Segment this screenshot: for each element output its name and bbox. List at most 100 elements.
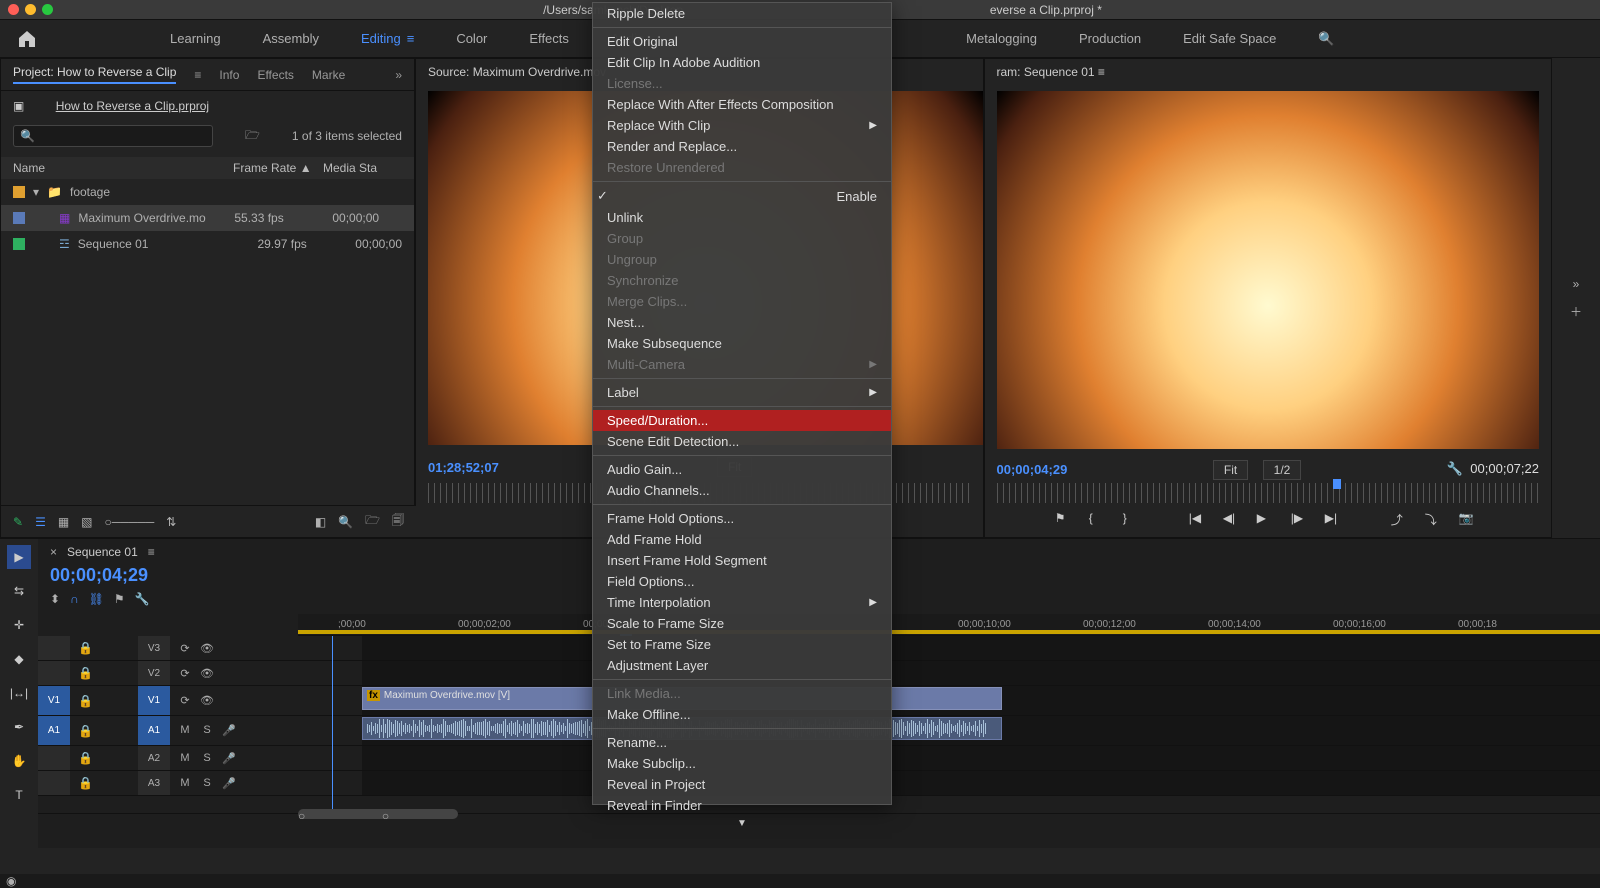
go-to-out-icon[interactable]: ▶|: [1325, 511, 1347, 529]
ctx-time-interpolation[interactable]: Time Interpolation▶: [593, 592, 891, 613]
workspace-effects[interactable]: Effects: [523, 27, 575, 51]
ctx-unlink[interactable]: Unlink: [593, 207, 891, 228]
ctx-reveal-in-project[interactable]: Reveal in Project: [593, 774, 891, 795]
play-icon[interactable]: ▶: [1257, 511, 1279, 529]
sync-lock-icon[interactable]: ⟳: [178, 642, 192, 655]
hand-tool[interactable]: ✋: [7, 749, 31, 773]
program-monitor-title[interactable]: ram: Sequence 01 ≡: [985, 59, 1552, 85]
voice-icon[interactable]: 🎤: [222, 752, 236, 765]
ctx-insert-frame-hold-segment[interactable]: Insert Frame Hold Segment: [593, 550, 891, 571]
freeform-icon[interactable]: ▧: [81, 515, 92, 529]
trk-patch-a1[interactable]: A1: [138, 716, 170, 745]
timeline-panel-menu-icon[interactable]: ≡: [148, 545, 155, 559]
zoom-slider[interactable]: ○─────: [105, 515, 155, 529]
tab-overflow-icon[interactable]: »: [395, 68, 402, 82]
new-bin-bottom-icon[interactable]: 🗁: [365, 511, 380, 532]
ctx-add-frame-hold[interactable]: Add Frame Hold: [593, 529, 891, 550]
ctx-scale-to-frame-size[interactable]: Scale to Frame Size: [593, 613, 891, 634]
ctx-frame-hold-options-[interactable]: Frame Hold Options...: [593, 508, 891, 529]
selection-tool[interactable]: ▶: [7, 545, 31, 569]
eye-icon[interactable]: 👁: [200, 667, 214, 680]
tab-effects[interactable]: Effects: [257, 68, 293, 82]
project-row-footage[interactable]: ▾ 📁 footage: [1, 179, 414, 205]
lock-icon[interactable]: 🔒: [78, 751, 93, 765]
settings-icon[interactable]: 🔧: [135, 592, 150, 606]
marker-icon[interactable]: ⚑: [114, 592, 125, 606]
close-window-button[interactable]: [8, 4, 19, 15]
razor-tool[interactable]: ◆: [7, 647, 31, 671]
project-name[interactable]: How to Reverse a Clip.prproj: [56, 99, 209, 113]
new-item-icon[interactable]: 🗐: [392, 511, 404, 532]
src-patch-a3[interactable]: [38, 771, 70, 795]
ctx-audio-gain-[interactable]: Audio Gain...: [593, 459, 891, 480]
list-view-icon[interactable]: ☰: [35, 515, 46, 529]
source-tc-left[interactable]: 01;28;52;07: [428, 460, 499, 475]
ctx-ripple-delete[interactable]: Ripple Delete: [593, 3, 891, 24]
program-fit-select[interactable]: Fit: [1213, 460, 1248, 480]
workspace-metalogging[interactable]: Metalogging: [960, 27, 1043, 51]
ctx-speed-duration-[interactable]: Speed/Duration...: [593, 410, 891, 431]
workspace-color[interactable]: Color: [450, 27, 493, 51]
tab-project[interactable]: Project: How to Reverse a Clip: [13, 65, 176, 84]
cc-icon[interactable]: ◉: [0, 874, 16, 888]
tab-project-menu-icon[interactable]: ≡: [194, 68, 201, 82]
trk-patch-a2[interactable]: A2: [138, 746, 170, 770]
trk-patch-v1[interactable]: V1: [138, 686, 170, 715]
col-mediastart[interactable]: Media Sta: [323, 161, 377, 175]
lock-icon[interactable]: 🔒: [78, 694, 93, 708]
type-tool[interactable]: T: [7, 783, 31, 807]
lock-icon[interactable]: 🔒: [78, 666, 93, 680]
sync-lock-icon[interactable]: ⟳: [178, 667, 192, 680]
ctx-label[interactable]: Label▶: [593, 382, 891, 403]
ctx-edit-clip-in-adobe-audition[interactable]: Edit Clip In Adobe Audition: [593, 52, 891, 73]
project-search-input[interactable]: 🔍: [13, 125, 213, 147]
workspace-editing[interactable]: Editing≡: [355, 27, 420, 51]
ctx-set-to-frame-size[interactable]: Set to Frame Size: [593, 634, 891, 655]
ctx-render-and-replace-[interactable]: Render and Replace...: [593, 136, 891, 157]
timeline-timecode[interactable]: 00;00;04;29: [50, 565, 148, 586]
workspace-editsafe[interactable]: Edit Safe Space: [1177, 27, 1282, 51]
program-scrub-bar[interactable]: [997, 483, 1540, 503]
workspace-production[interactable]: Production: [1073, 27, 1147, 51]
lock-icon[interactable]: 🔒: [78, 641, 93, 655]
ctx-field-options-[interactable]: Field Options...: [593, 571, 891, 592]
button-editor-overflow-icon[interactable]: »: [1573, 277, 1580, 291]
mark-in-bracket-icon[interactable]: {: [1089, 511, 1111, 529]
mark-out-bracket-icon[interactable]: }: [1123, 511, 1145, 529]
program-tc-left[interactable]: 00;00;04;29: [997, 462, 1068, 477]
tab-markers[interactable]: Marke: [312, 68, 345, 82]
disclosure-icon[interactable]: ▾: [33, 185, 39, 199]
workspace-menu-icon[interactable]: ≡: [407, 31, 415, 46]
ctx-adjustment-layer[interactable]: Adjustment Layer: [593, 655, 891, 676]
ctx-make-offline-[interactable]: Make Offline...: [593, 704, 891, 725]
col-name[interactable]: Name: [13, 161, 233, 175]
zoom-window-button[interactable]: [42, 4, 53, 15]
mark-in-icon[interactable]: ⚑: [1055, 511, 1077, 529]
workspace-search-icon[interactable]: 🔍: [1312, 27, 1340, 51]
timeline-sequence-name[interactable]: Sequence 01: [67, 545, 138, 559]
solo-icon[interactable]: S: [200, 724, 214, 737]
find-icon[interactable]: 🔍: [338, 515, 353, 529]
home-button[interactable]: [10, 25, 44, 53]
lift-icon[interactable]: ⤴: [1391, 511, 1413, 529]
button-editor-add-icon[interactable]: ＋: [1570, 303, 1582, 320]
project-row-clip[interactable]: ▦ Maximum Overdrive.mo 55.33 fps 00;00;0…: [1, 205, 414, 231]
extract-icon[interactable]: ⤵: [1425, 511, 1447, 529]
eye-icon[interactable]: 👁: [200, 642, 214, 655]
ctx-make-subclip-[interactable]: Make Subclip...: [593, 753, 891, 774]
workspace-learning[interactable]: Learning: [164, 27, 227, 51]
ctx-scroll-down-icon[interactable]: ▼: [593, 816, 891, 831]
project-row-sequence[interactable]: ☲ Sequence 01 29.97 fps 00;00;00: [1, 231, 414, 257]
ctx-reveal-in-finder[interactable]: Reveal in Finder: [593, 795, 891, 816]
wrench-icon[interactable]: 🔧: [1447, 461, 1463, 476]
src-patch-v3[interactable]: [38, 636, 70, 660]
solo-icon[interactable]: S: [200, 752, 214, 765]
step-fwd-icon[interactable]: |▶: [1291, 511, 1313, 529]
voice-icon[interactable]: 🎤: [222, 724, 236, 737]
trk-patch-a3[interactable]: A3: [138, 771, 170, 795]
clip-context-menu[interactable]: Ripple DeleteEdit OriginalEdit Clip In A…: [592, 2, 892, 805]
track-select-tool[interactable]: ⇆: [7, 579, 31, 603]
mute-icon[interactable]: M: [178, 724, 192, 737]
go-to-in-icon[interactable]: |◀: [1189, 511, 1211, 529]
panel-menu-icon[interactable]: ≡: [1098, 65, 1105, 79]
